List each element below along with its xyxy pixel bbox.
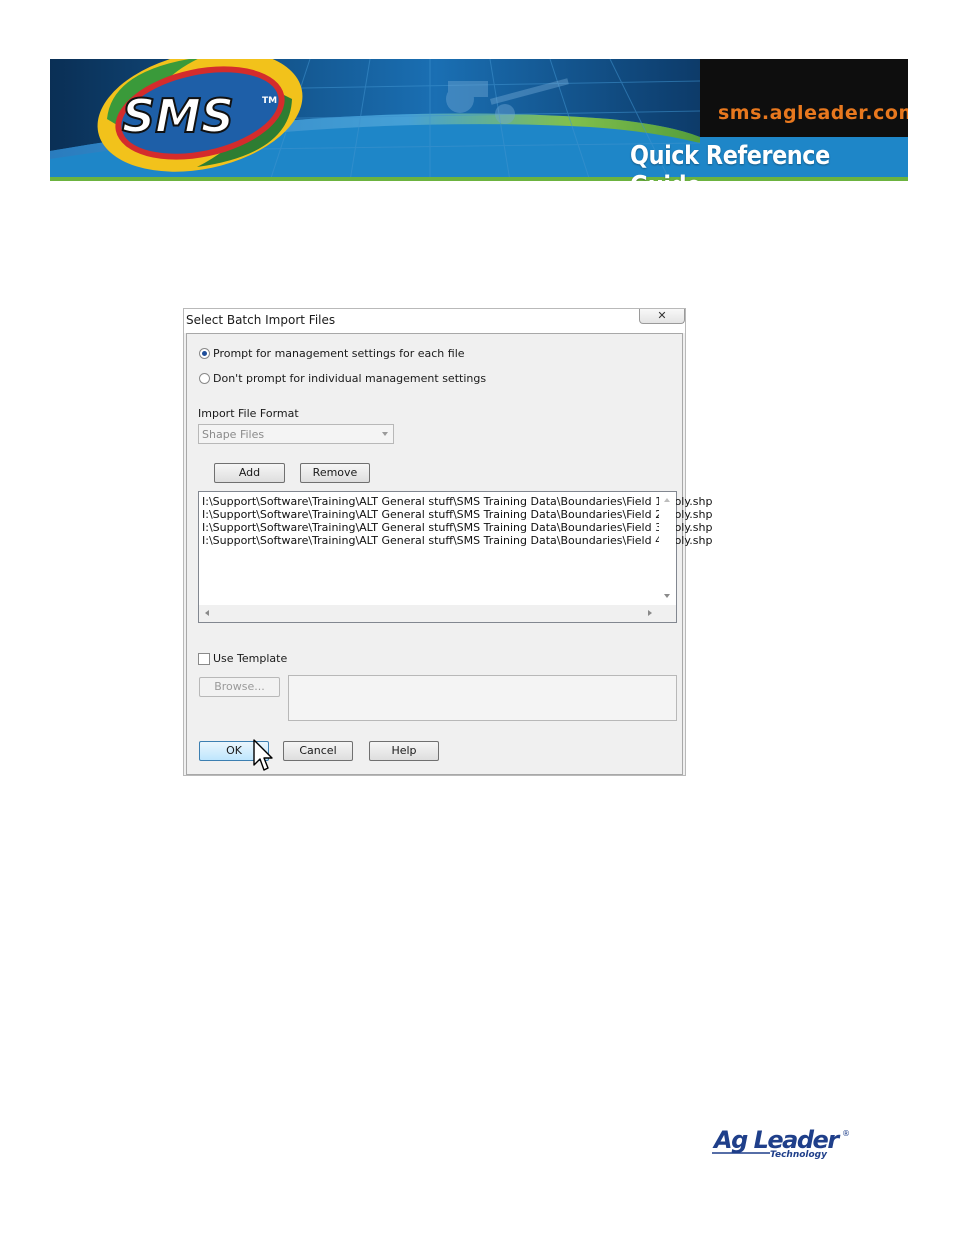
file-list[interactable]: I:\Support\Software\Training\ALT General… bbox=[198, 491, 712, 623]
scroll-up-icon[interactable] bbox=[664, 498, 670, 502]
sms-logo: SMS TM bbox=[97, 59, 303, 172]
browse-button[interactable]: Browse... bbox=[199, 677, 280, 697]
ag-leader-logo: Ag Leader ® Technology bbox=[712, 1126, 850, 1160]
scroll-right-icon[interactable] bbox=[648, 610, 652, 616]
file-list-item[interactable]: I:\Support\Software\Training\ALT General… bbox=[202, 521, 712, 534]
import-format-dropdown[interactable]: Shape Files bbox=[198, 424, 394, 444]
chevron-down-icon bbox=[382, 432, 388, 436]
add-button[interactable]: Add bbox=[214, 463, 285, 483]
vertical-scrollbar[interactable] bbox=[659, 492, 676, 605]
header-banner: SMS TM sms.agleader.com Quick Reference … bbox=[50, 59, 908, 181]
scroll-down-icon[interactable] bbox=[664, 594, 670, 598]
sms-logo-text: SMS bbox=[122, 89, 234, 143]
use-template-checkbox[interactable] bbox=[198, 652, 210, 665]
radio-prompt-each-file[interactable]: Prompt for management settings for each … bbox=[199, 347, 465, 360]
close-icon: ✕ bbox=[657, 309, 667, 322]
file-list-item[interactable]: I:\Support\Software\Training\ALT General… bbox=[202, 495, 712, 508]
import-format-value: Shape Files bbox=[202, 428, 265, 441]
radio-prompt-each-label: Prompt for management settings for each … bbox=[213, 347, 465, 360]
radio-button-selected[interactable] bbox=[199, 348, 210, 359]
registered-mark: ® bbox=[842, 1129, 850, 1138]
scroll-left-icon[interactable] bbox=[205, 610, 209, 616]
radio-button-unselected[interactable] bbox=[199, 373, 210, 384]
radio-no-prompt-label: Don't prompt for individual management s… bbox=[213, 372, 487, 385]
guide-title: Quick Reference Guide bbox=[630, 141, 830, 181]
help-button[interactable]: Help bbox=[369, 741, 439, 761]
dialog-titlebar: Select Batch Import Files ✕ bbox=[184, 309, 685, 333]
mouse-pointer-icon bbox=[253, 739, 273, 771]
dialog-body: Prompt for management settings for each … bbox=[186, 333, 712, 775]
close-button[interactable]: ✕ bbox=[639, 309, 685, 324]
website-url: sms.agleader.com bbox=[718, 102, 908, 124]
import-format-label: Import File Format bbox=[198, 407, 299, 420]
horizontal-scrollbar[interactable] bbox=[199, 605, 659, 622]
use-template-option[interactable]: Use Template bbox=[198, 652, 287, 665]
dialog-title: Select Batch Import Files bbox=[186, 313, 336, 327]
scrollbar-corner bbox=[659, 605, 676, 622]
remove-button[interactable]: Remove bbox=[300, 463, 370, 483]
template-path-field bbox=[288, 675, 677, 721]
use-template-label: Use Template bbox=[213, 652, 288, 665]
radio-no-prompt[interactable]: Don't prompt for individual management s… bbox=[199, 372, 486, 385]
trademark-mark: TM bbox=[262, 96, 277, 106]
cancel-button[interactable]: Cancel bbox=[283, 741, 353, 761]
ag-leader-technology: Technology bbox=[770, 1150, 828, 1160]
file-list-item[interactable]: I:\Support\Software\Training\ALT General… bbox=[202, 508, 712, 521]
file-list-item[interactable]: I:\Support\Software\Training\ALT General… bbox=[202, 534, 712, 547]
batch-import-dialog: Select Batch Import Files ✕ Prompt for m… bbox=[183, 308, 712, 776]
